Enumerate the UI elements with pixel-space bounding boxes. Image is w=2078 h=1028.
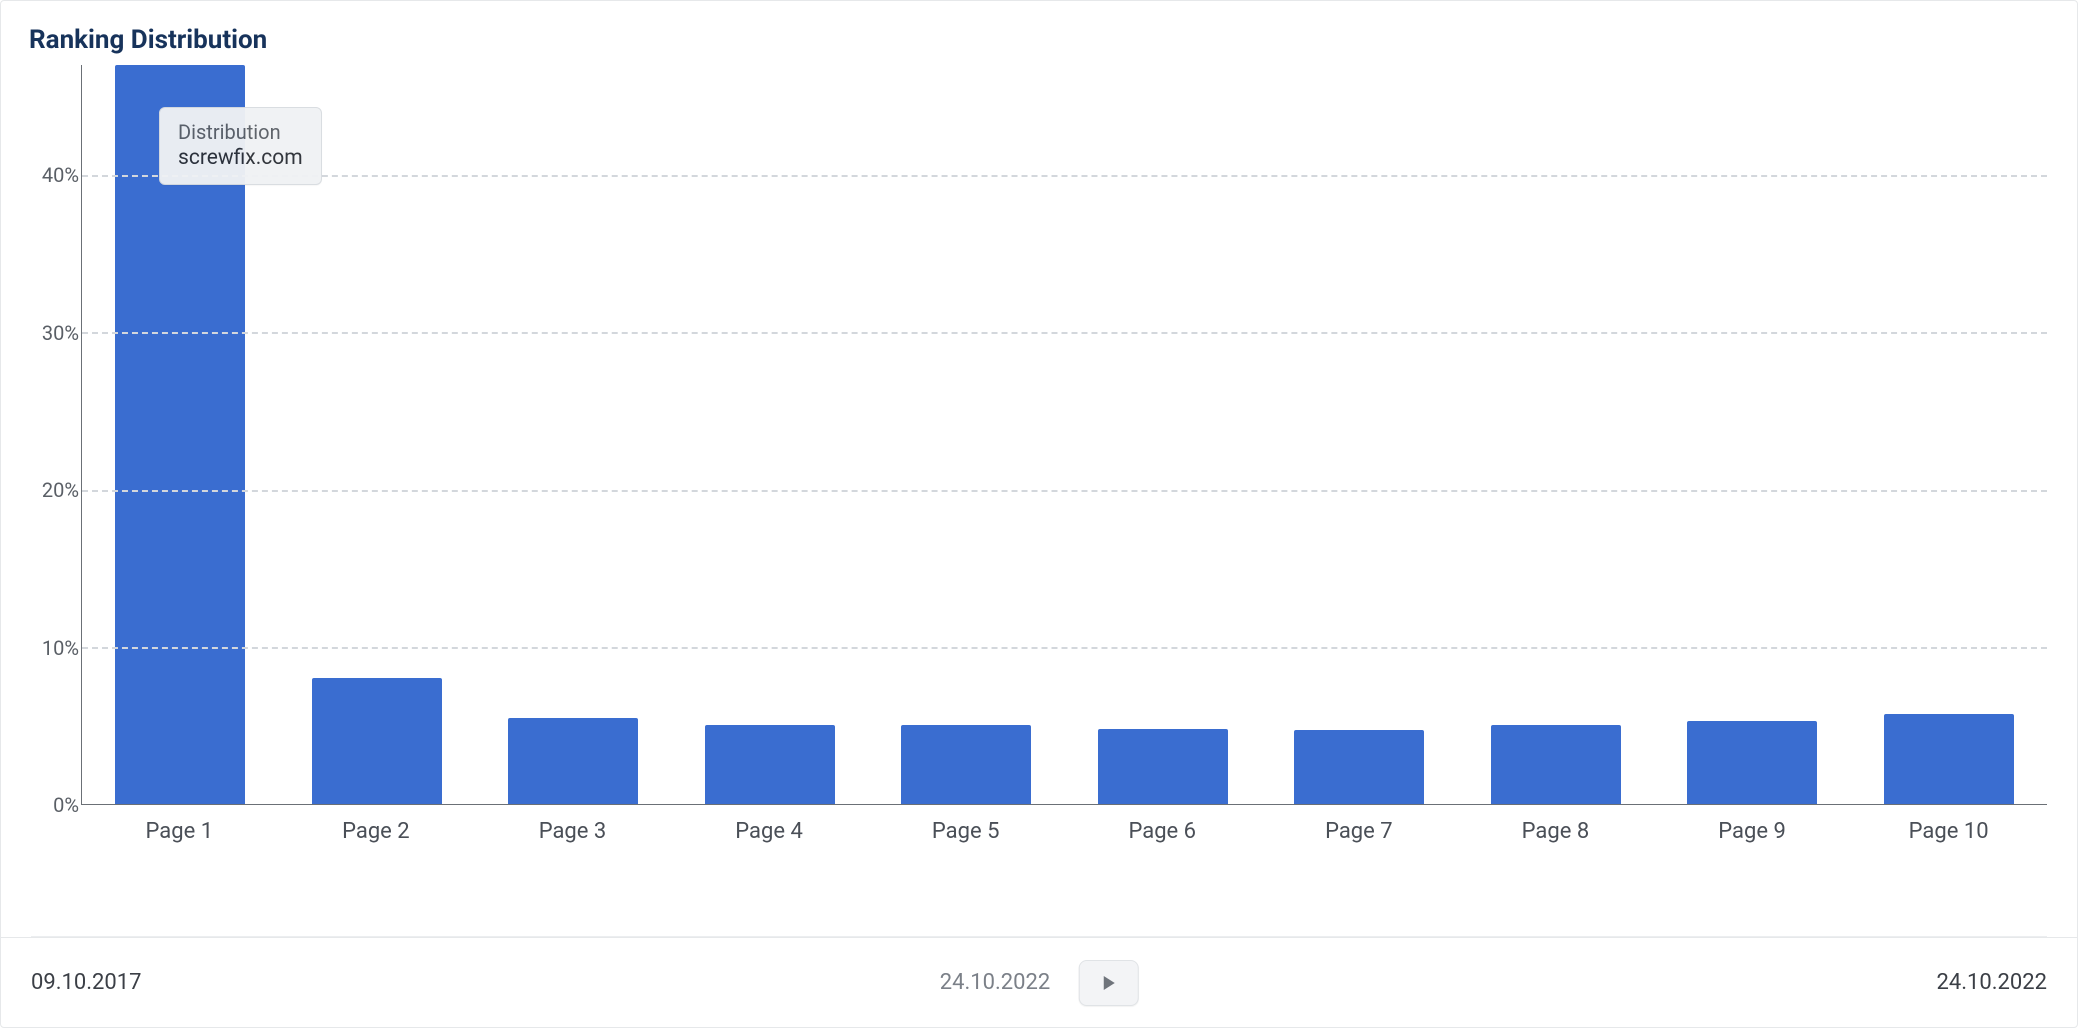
chart-x-tick: Page 7 xyxy=(1261,805,1458,855)
chart-y-tick: 20% xyxy=(31,478,79,502)
tooltip-label: Distribution xyxy=(178,120,303,144)
chart-x-tick: Page 4 xyxy=(671,805,868,855)
chart-x-labels: Page 1Page 2Page 3Page 4Page 5Page 6Page… xyxy=(81,805,2047,855)
chart-bar[interactable] xyxy=(1491,725,1621,804)
chart-bar[interactable] xyxy=(312,678,442,804)
chart-y-tick: 0% xyxy=(31,793,79,817)
timeline-start-date: 09.10.2017 xyxy=(31,970,142,995)
chart-gridline xyxy=(82,647,2047,649)
card-title: Ranking Distribution xyxy=(1,1,2077,65)
chart-x-tick: Page 1 xyxy=(81,805,278,855)
play-button[interactable] xyxy=(1078,960,1138,1006)
chart-gridline xyxy=(82,490,2047,492)
chart-x-tick: Page 8 xyxy=(1457,805,1654,855)
chart-x-tick: Page 6 xyxy=(1064,805,1261,855)
chart-bar[interactable] xyxy=(508,718,638,804)
timeline-end-date: 24.10.2022 xyxy=(1936,970,2047,995)
play-icon xyxy=(1099,974,1117,992)
ranking-distribution-card: Ranking Distribution Page 1Page 2Page 3P… xyxy=(0,0,2078,1028)
chart-bar[interactable] xyxy=(1098,729,1228,804)
chart-plot xyxy=(81,65,2047,805)
chart-bar[interactable] xyxy=(901,725,1031,804)
chart-bar[interactable] xyxy=(1884,714,2014,804)
chart-y-tick: 10% xyxy=(31,636,79,660)
chart-bar[interactable] xyxy=(1294,730,1424,804)
chart-gridline xyxy=(82,175,2047,177)
chart-y-tick: 40% xyxy=(31,163,79,187)
chart-x-tick: Page 5 xyxy=(867,805,1064,855)
chart-tooltip: Distribution screwfix.com xyxy=(159,107,322,185)
chart-y-tick: 30% xyxy=(31,321,79,345)
timeline-center: 24.10.2022 xyxy=(940,960,1139,1006)
chart-x-tick: Page 2 xyxy=(278,805,475,855)
chart-area: Page 1Page 2Page 3Page 4Page 5Page 6Page… xyxy=(31,65,2047,855)
chart-x-tick: Page 10 xyxy=(1850,805,2047,855)
tooltip-value: screwfix.com xyxy=(178,146,303,170)
chart-gridline xyxy=(82,332,2047,334)
chart-x-tick: Page 3 xyxy=(474,805,671,855)
chart-x-tick: Page 9 xyxy=(1654,805,1851,855)
chart-bar[interactable] xyxy=(1687,721,1817,804)
chart-bar[interactable] xyxy=(705,725,835,804)
timeline-current-date: 24.10.2022 xyxy=(940,970,1051,995)
timeline-footer: 09.10.2017 24.10.2022 24.10.2022 xyxy=(1,937,2077,1027)
